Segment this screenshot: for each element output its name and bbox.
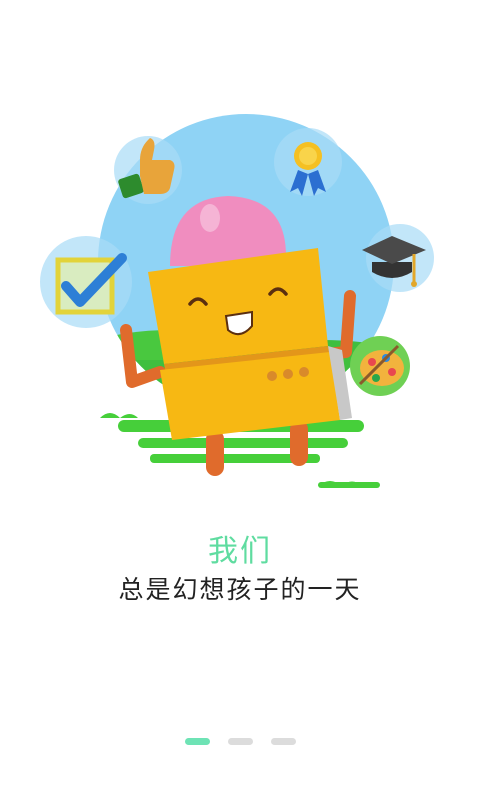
- palette-icon: [350, 336, 410, 396]
- page-indicator: [0, 738, 480, 745]
- onboarding-heading: 我们: [208, 534, 272, 569]
- page-dot-1[interactable]: [184, 738, 210, 745]
- medal-icon: [274, 128, 342, 196]
- page-dot-3[interactable]: [270, 738, 296, 745]
- page-dot-2[interactable]: [227, 738, 253, 745]
- onboarding-illustration: [40, 114, 434, 488]
- thumbs-up-icon: [114, 136, 182, 204]
- checkbox-icon: [40, 236, 132, 328]
- onboarding-subheading: 总是幻想孩子的一天: [118, 575, 362, 604]
